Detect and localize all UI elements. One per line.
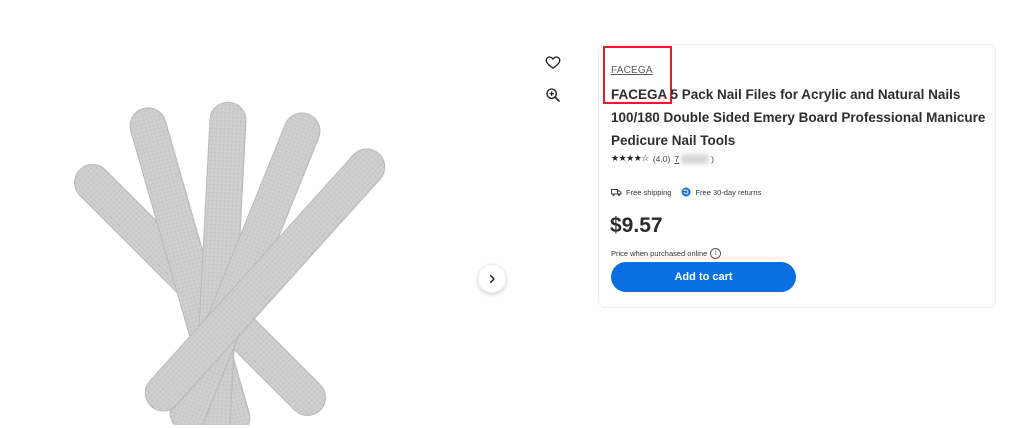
product-price: $9.57 [610,214,663,237]
zoom-button[interactable] [540,82,566,108]
free-shipping-label: Free shipping [626,187,672,197]
returns-info: Free 30-day returns [681,187,761,197]
truck-icon [611,188,622,197]
rating-close-paren: ) [711,153,714,164]
rating-value: (4.0) [652,153,671,164]
return-icon [681,187,691,197]
add-to-cart-button[interactable]: Add to cart [611,262,796,292]
product-image[interactable] [20,40,420,425]
fulfillment-row: Free shipping Free 30-day returns [611,187,761,197]
favorite-button[interactable] [540,49,566,75]
zoom-in-icon [546,88,560,102]
heart-icon [545,56,561,69]
free-returns-label: Free 30-day returns [695,187,762,197]
product-title: FACEGA 5 Pack Nail Files for Acrylic and… [611,87,986,148]
price-note: Price when purchased online i [611,248,722,259]
info-icon[interactable]: i [710,248,722,259]
review-count-link[interactable]: 7 [674,154,679,164]
chevron-right-icon [489,274,495,284]
blurred-review-count [681,153,710,164]
price-note-text: Price when purchased online [611,249,708,258]
rating-stars: ★★★★☆ [611,153,649,163]
rating-row[interactable]: ★★★★☆ (4.0) 7 ) [611,153,714,164]
next-image-button[interactable] [478,265,506,293]
